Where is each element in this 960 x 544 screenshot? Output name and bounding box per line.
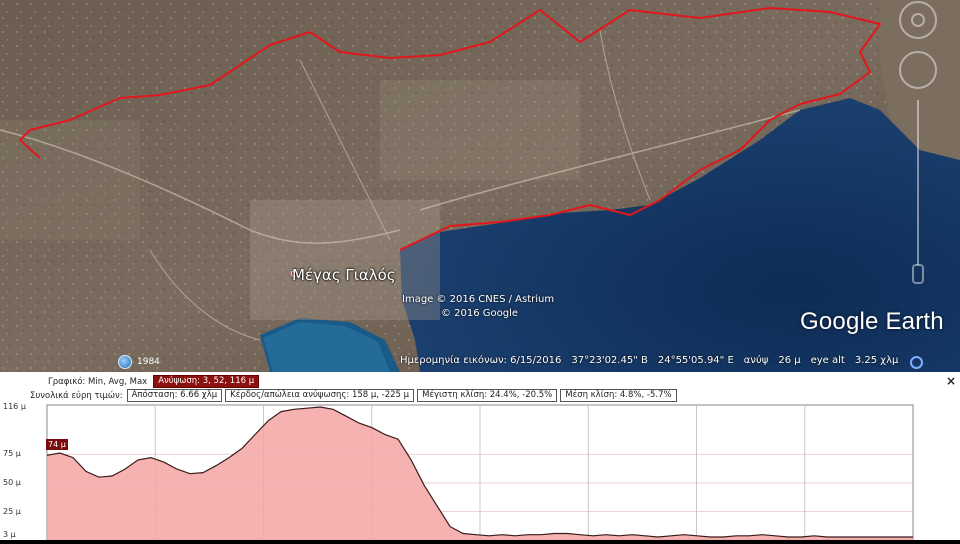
- elevation-plot[interactable]: [0, 403, 960, 541]
- range-label: Συνολικά εύρη τιμών:: [30, 390, 123, 401]
- historical-imagery-icon[interactable]: [118, 355, 132, 369]
- status-bar: Ημερομηνία εικόνων: 6/15/2016 37°23'02.4…: [400, 355, 924, 369]
- y-tick-label: 25 μ: [3, 506, 21, 516]
- gain-loss-stat: Κέρδος/απώλεια ανύψωσης: 158 μ, -225 μ: [225, 389, 415, 402]
- imagery-date: Ημερομηνία εικόνων: 6/15/2016: [400, 355, 562, 366]
- street-view-pegman-icon: [912, 264, 924, 284]
- y-tick-label: 50 μ: [3, 477, 21, 487]
- elevation-label: ανύψ: [743, 355, 769, 366]
- eye-alt-value: 3.25 χλμ: [854, 355, 899, 366]
- latitude: 37°23'02.45" B: [571, 355, 648, 366]
- y-tick-label: 116 μ: [3, 402, 26, 411]
- imagery-credit: Image © 2016 CNES / Astrium: [402, 294, 555, 305]
- copyright-text: © 2016 Google: [441, 308, 519, 319]
- stats-row-top: Γραφικό: Min, Avg, Max Ανύψωση: 3, 52, 1…: [0, 375, 262, 388]
- longitude: 24°55'05.94" E: [657, 355, 734, 366]
- start-elevation-flag: 74 μ: [46, 439, 68, 450]
- historical-imagery-control[interactable]: 1984: [118, 355, 160, 369]
- eye-alt-label: eye alt: [810, 355, 845, 366]
- avg-slope-stat: Μέση κλίση: 4.8%, -5.7%: [560, 389, 677, 402]
- pan-control-icon: [899, 51, 937, 89]
- elevation-stat: Ανύψωση: 3, 52, 116 μ: [153, 375, 260, 388]
- elevation-value: 26 μ: [778, 355, 801, 366]
- max-slope-stat: Μέγιστη κλίση: 24.4%, -20.5%: [417, 389, 558, 402]
- close-button[interactable]: ×: [946, 374, 956, 388]
- elevation-chart[interactable]: [0, 403, 960, 541]
- place-label: Μέγας Γιαλός: [292, 266, 396, 284]
- graph-label: Γραφικό: Min, Avg, Max: [48, 376, 148, 387]
- distance-stat: Απόσταση: 6.66 χλμ: [126, 389, 223, 402]
- stats-row-bottom: Συνολικά εύρη τιμών: Απόσταση: 6.66 χλμ …: [0, 389, 680, 402]
- y-tick-label: 75 μ: [3, 449, 21, 459]
- compass-icon: [899, 1, 937, 39]
- navigation-controls[interactable]: [888, 0, 948, 290]
- satellite-map[interactable]: Μέγας Γιαλός Image © 2016 CNES / Astrium…: [0, 0, 960, 372]
- historical-year: 1984: [137, 357, 160, 367]
- streaming-status-icon: [910, 356, 924, 369]
- y-tick-label: 3 μ: [3, 530, 16, 539]
- google-earth-logo: Google Earth: [800, 308, 944, 335]
